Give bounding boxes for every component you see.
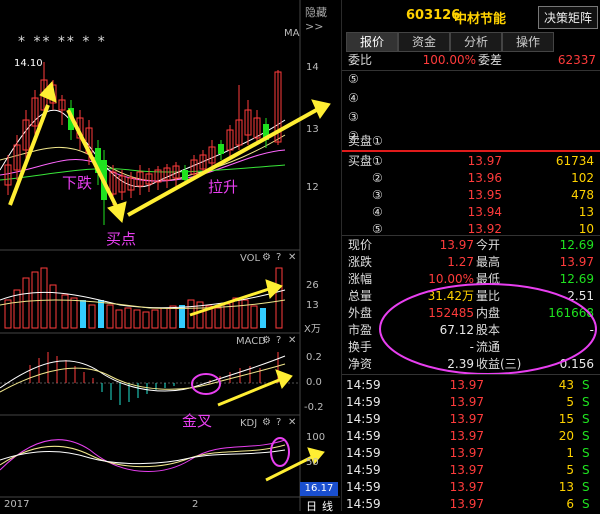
price-axis-tick: 13	[306, 124, 319, 135]
weicha-label: 委差	[478, 53, 503, 67]
price-axis-tick: 12	[306, 182, 319, 193]
trade-side: S	[582, 497, 590, 511]
chart-panel[interactable]: 隐藏>> * ** ** * * MA 14.10 下跌 买点 拉升 金叉 14…	[0, 0, 340, 514]
annotation-fall: 下跌	[62, 174, 93, 192]
decision-matrix-button[interactable]: 决策矩阵	[538, 6, 599, 29]
weicha-value: 62337	[557, 53, 596, 67]
axis-month: 2	[192, 499, 199, 510]
sell-level: ③	[348, 110, 359, 124]
kdj-label: KDJ	[240, 418, 258, 429]
gear-icon[interactable]: ⚙	[262, 335, 271, 346]
tab-analysis[interactable]: 分析	[450, 32, 502, 52]
weibi-row: 委比 100.00% 委差 62337	[346, 51, 598, 70]
annotation-rise: 拉升	[208, 178, 239, 196]
sell-level: 卖盘①	[348, 134, 383, 148]
macd-axis-tick: -0.2	[304, 402, 324, 413]
sell-level: ④	[348, 91, 359, 105]
vol-unit: X万	[304, 324, 321, 335]
vol-axis-tick: 13	[306, 300, 319, 311]
sell-level: ⑤	[348, 72, 359, 86]
divider	[342, 374, 600, 375]
close-icon[interactable]: ✕	[288, 417, 296, 428]
current-price-box: 16.17	[300, 482, 338, 496]
annotation-buy-point: 买点	[106, 230, 137, 248]
axis-year: 2017	[4, 499, 30, 510]
close-icon[interactable]: ✕	[288, 252, 296, 263]
macd-axis-tick: 0.0	[306, 377, 322, 388]
day-period-button[interactable]: 日	[306, 498, 317, 514]
annotation-golden-cross: 金叉	[182, 412, 213, 430]
trade-time: 14:59	[346, 497, 381, 511]
tab-quote[interactable]: 报价	[346, 32, 398, 52]
gear-icon[interactable]: ⚙	[262, 252, 271, 263]
line-type-button[interactable]: 线	[322, 498, 333, 514]
highlight-ellipse	[379, 283, 597, 375]
macd-axis-tick: 0.2	[306, 352, 322, 363]
gear-icon[interactable]: ⚙	[262, 417, 271, 428]
help-icon[interactable]: ?	[276, 252, 281, 263]
trade-vol: 6	[566, 497, 574, 511]
tab-operation[interactable]: 操作	[502, 32, 554, 52]
tab-funds[interactable]: 资金	[398, 32, 450, 52]
help-icon[interactable]: ?	[276, 417, 281, 428]
quote-panel: 603126 中材节能 决策矩阵 报价 资金 分析 操作 委比 100.00% …	[341, 0, 600, 511]
kdj-axis-tick: 100	[306, 432, 326, 443]
weibi-value: 100.00%	[422, 53, 476, 67]
kdj-axis-tick: 50	[306, 457, 319, 468]
stock-name: 中材节能	[454, 12, 507, 27]
help-icon[interactable]: ?	[276, 335, 281, 346]
buy-level: ⑤	[372, 222, 383, 236]
vol-label: VOL	[240, 253, 261, 264]
vol-axis-tick: 26	[306, 280, 319, 291]
trade-price: 13.97	[449, 497, 484, 511]
price-axis-tick: 14	[306, 62, 319, 73]
weibi-label: 委比	[348, 53, 373, 67]
close-icon[interactable]: ✕	[288, 335, 296, 346]
stock-code: 603126	[406, 8, 461, 23]
divider	[342, 70, 600, 71]
